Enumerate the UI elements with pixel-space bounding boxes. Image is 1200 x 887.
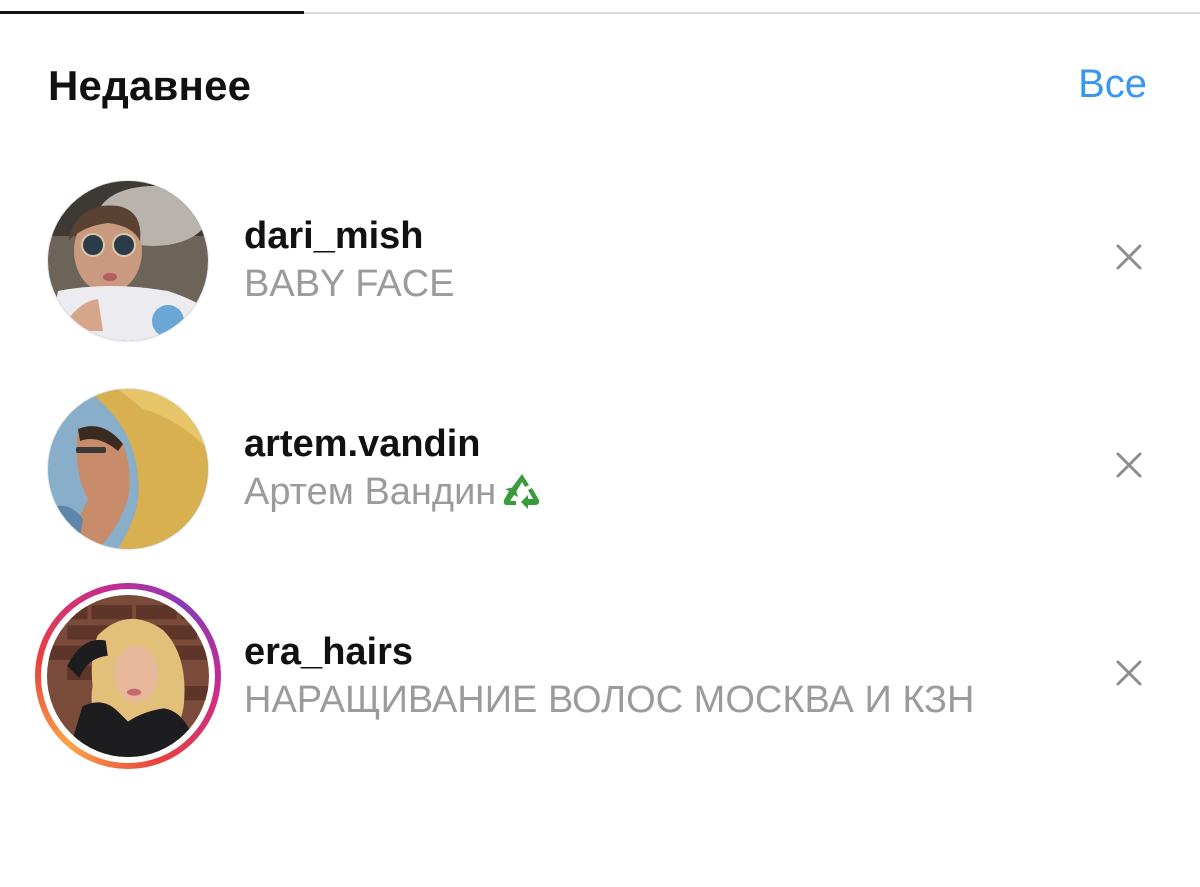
active-tab-indicator — [0, 11, 304, 14]
recycle-icon — [504, 474, 540, 509]
close-icon[interactable] — [1114, 450, 1144, 480]
list-item[interactable]: era_hairs НАРАЩИВАНИЕ ВОЛОС МОСКВА И КЗН — [0, 583, 1200, 776]
item-text: era_hairs НАРАЩИВАНИЕ ВОЛОС МОСКВА И КЗН — [244, 628, 1064, 724]
avatar[interactable] — [47, 595, 209, 757]
avatar[interactable] — [47, 180, 209, 342]
list-item[interactable]: dari_mish BABY FACE — [0, 170, 1200, 360]
full-name: Артем Вандин — [244, 468, 1064, 516]
item-text: dari_mish BABY FACE — [244, 212, 1064, 308]
username: artem.vandin — [244, 423, 481, 465]
username: era_hairs — [244, 631, 414, 673]
close-icon[interactable] — [1114, 658, 1144, 688]
full-name: BABY FACE — [244, 260, 1064, 308]
avatar[interactable] — [47, 388, 209, 550]
section-title: Недавнее — [48, 62, 252, 109]
recent-header: Недавнее Все — [0, 54, 1200, 118]
see-all-link[interactable]: Все — [1078, 62, 1147, 107]
avatar-image — [48, 181, 208, 341]
full-name-text: НАРАЩИВАНИЕ ВОЛОС МОСКВА И КЗН — [244, 679, 975, 721]
item-text: artem.vandin Артем Вандин — [244, 420, 1064, 516]
avatar-image — [48, 389, 208, 549]
full-name: НАРАЩИВАНИЕ ВОЛОС МОСКВА И КЗН — [244, 676, 1064, 724]
full-name-text: Артем Вандин — [244, 471, 497, 513]
story-ring[interactable] — [35, 583, 221, 769]
username: dari_mish — [244, 215, 424, 257]
avatar-image — [47, 595, 209, 757]
close-icon[interactable] — [1114, 242, 1144, 272]
list-item[interactable]: artem.vandin Артем Вандин — [0, 378, 1200, 568]
full-name-text: BABY FACE — [244, 263, 455, 305]
